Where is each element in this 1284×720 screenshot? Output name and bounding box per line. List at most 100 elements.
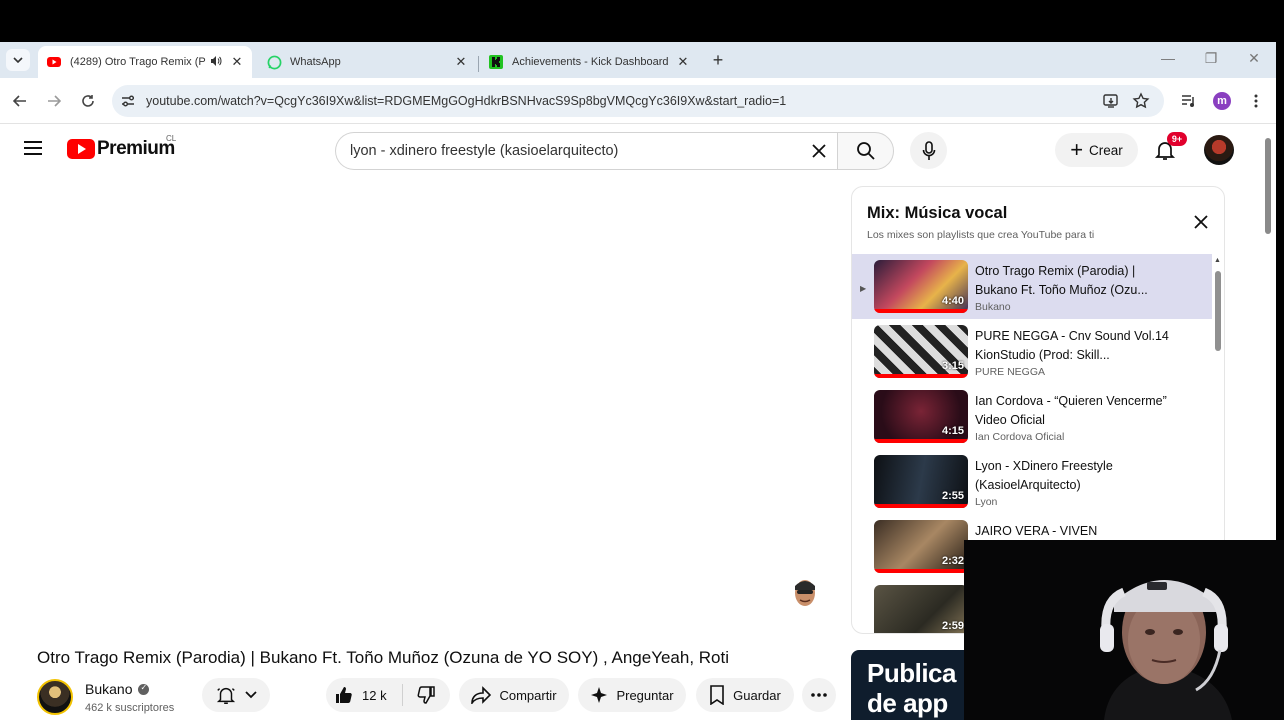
item-channel: Ian Cordova Oficial	[975, 431, 1065, 443]
tab-title: (4289) Otro Trago Remix (P	[70, 56, 206, 68]
tab-youtube[interactable]: (4289) Otro Trago Remix (P ✕	[38, 46, 252, 78]
item-title: PURE NEGGA - Cnv Sound Vol.14 KionStudio…	[975, 329, 1169, 362]
item-title: Otro Trago Remix (Parodia) | Bukano Ft. …	[975, 264, 1148, 297]
ask-label: Preguntar	[616, 687, 674, 703]
item-title: Lyon - XDinero Freestyle (KasioelArquite…	[975, 459, 1113, 492]
search-icon	[856, 142, 875, 160]
back-button[interactable]	[8, 89, 32, 113]
share-label: Compartir	[499, 687, 557, 703]
video-thumbnail: 4:15	[874, 390, 968, 443]
video-thumbnail: 4:40	[874, 260, 968, 313]
restore-button[interactable]: ❐	[1196, 50, 1226, 67]
playlist-item[interactable]: ▶ 4:40 Otro Trago Remix (Parodia) | Buka…	[852, 254, 1212, 319]
playlist-item[interactable]: 4:15 Ian Cordova - “Quieren Vencerme” Vi…	[852, 384, 1212, 449]
url-text: youtube.com/watch?v=QcgYc36I9Xw&list=RDG…	[146, 94, 787, 108]
tab-close-icon[interactable]: ✕	[674, 54, 692, 70]
watch-progress-bar	[874, 504, 968, 508]
more-horizontal-icon	[811, 693, 827, 697]
install-app-icon[interactable]	[1102, 92, 1120, 110]
close-icon	[1194, 215, 1208, 229]
kebab-menu-icon	[1254, 94, 1258, 108]
bookmark-star-icon[interactable]	[1132, 92, 1150, 110]
logo-text: Premium	[97, 138, 175, 159]
playlist-scrollbar[interactable]	[1215, 271, 1221, 351]
subscriber-count: 462 k suscriptores	[85, 702, 175, 714]
playlist-item[interactable]: 3:15 PURE NEGGA - Cnv Sound Vol.14 KionS…	[852, 319, 1212, 384]
now-playing-icon: ▶	[860, 284, 867, 293]
kick-favicon-icon	[488, 54, 504, 70]
minimize-button[interactable]: —	[1153, 50, 1183, 66]
like-button[interactable]: 12 k	[326, 685, 402, 705]
video-duration: 2:59	[941, 620, 964, 632]
page-scrollbar[interactable]	[1265, 138, 1271, 234]
search-input[interactable]: lyon - xdinero freestyle (kasioelarquite…	[335, 132, 837, 170]
microphone-icon	[922, 140, 935, 160]
whatsapp-favicon-icon	[266, 54, 282, 70]
tab-search-button[interactable]	[6, 49, 30, 71]
streamer-webcam-image	[964, 540, 1284, 720]
verified-badge-icon	[138, 683, 150, 695]
site-settings-icon[interactable]	[120, 93, 136, 109]
speaker-icon[interactable]	[210, 55, 222, 70]
close-window-button[interactable]: ✕	[1239, 50, 1269, 67]
subscription-bell-button[interactable]	[202, 678, 270, 712]
video-player[interactable]	[24, 182, 836, 638]
reload-button[interactable]	[76, 89, 100, 113]
share-button[interactable]: Compartir	[459, 678, 569, 712]
ask-button[interactable]: Preguntar	[578, 678, 686, 712]
more-actions-button[interactable]	[802, 678, 836, 712]
search-button[interactable]	[837, 132, 894, 170]
ad-banner[interactable]: Publica de app	[851, 650, 965, 720]
youtube-play-logo-icon	[67, 139, 95, 159]
channel-name-row[interactable]: Bukano	[85, 681, 150, 697]
arrow-left-icon	[13, 95, 26, 107]
voice-search-button[interactable]	[910, 132, 947, 169]
new-tab-button[interactable]: +	[708, 51, 728, 71]
sparkle-icon	[591, 687, 608, 703]
playlist-item[interactable]: 2:55 Lyon - XDinero Freestyle (KasioelAr…	[852, 449, 1212, 514]
playlist-subtitle: Los mixes son playlists que crea YouTube…	[867, 229, 1095, 241]
youtube-premium-logo[interactable]: Premium	[67, 138, 175, 160]
like-dislike-group: 12 k	[326, 678, 450, 712]
reload-icon	[82, 95, 94, 107]
profile-button[interactable]: m	[1211, 90, 1233, 112]
playlist-title: Mix: Música vocal	[867, 204, 1008, 222]
scroll-up-arrow-icon[interactable]: ▲	[1214, 257, 1221, 264]
profile-avatar: m	[1213, 92, 1231, 110]
address-bar[interactable]: youtube.com/watch?v=QcgYc36I9Xw&list=RDG…	[112, 85, 1164, 117]
tab-close-icon[interactable]: ✕	[452, 54, 470, 70]
screen-top-border	[0, 0, 1284, 42]
tab-title: WhatsApp	[290, 56, 341, 68]
plus-icon: +	[1070, 137, 1084, 162]
create-button[interactable]: + Crear	[1055, 133, 1138, 167]
video-duration: 3:15	[941, 360, 964, 372]
forward-button[interactable]	[42, 89, 66, 113]
browser-toolbar: youtube.com/watch?v=QcgYc36I9Xw&list=RDG…	[0, 78, 1276, 124]
ad-text-line2: de app	[867, 688, 948, 718]
country-code: CL	[166, 134, 177, 143]
item-title: JAIRO VERA - VIVEN	[975, 524, 1098, 538]
tab-kick[interactable]: Achievements - Kick Dashboard ✕	[480, 46, 698, 78]
tab-whatsapp[interactable]: WhatsApp ✕	[258, 46, 476, 78]
share-icon	[471, 686, 492, 704]
create-label: Crear	[1089, 142, 1123, 158]
video-duration: 2:55	[941, 490, 964, 502]
tab-title: Achievements - Kick Dashboard	[512, 56, 669, 68]
media-control-button[interactable]	[1178, 90, 1200, 112]
save-button[interactable]: Guardar	[696, 678, 794, 712]
tab-strip: (4289) Otro Trago Remix (P ✕ WhatsApp ✕ …	[0, 42, 1276, 78]
browser-menu-button[interactable]	[1245, 90, 1267, 112]
account-avatar[interactable]	[1204, 135, 1234, 165]
video-thumbnail: 2:55	[874, 455, 968, 508]
channel-avatar[interactable]	[37, 679, 73, 715]
youtube-header: Premium CL lyon - xdinero freestyle (kas…	[0, 124, 1276, 176]
tab-close-icon[interactable]: ✕	[228, 54, 246, 70]
clear-search-button[interactable]	[807, 139, 831, 163]
video-duration: 4:15	[941, 425, 964, 437]
hamburger-menu-icon[interactable]	[24, 141, 42, 155]
chevron-down-icon	[13, 57, 23, 63]
watch-progress-bar	[874, 374, 968, 378]
video-duration: 2:32	[941, 555, 964, 567]
playlist-close-button[interactable]	[1190, 211, 1212, 233]
dislike-button[interactable]	[403, 685, 449, 705]
